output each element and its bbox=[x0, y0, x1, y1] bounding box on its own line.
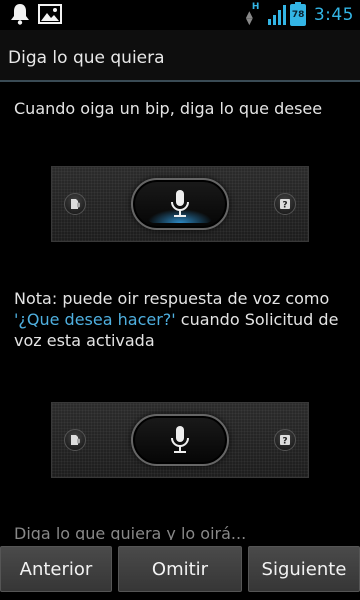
previous-button[interactable]: Anterior bbox=[0, 546, 112, 592]
battery-icon: 78 bbox=[289, 2, 306, 26]
help-button[interactable]: ? bbox=[274, 193, 296, 215]
instruction-text: Cuando oiga un bip, diga lo que desee bbox=[14, 99, 323, 118]
system-status: H ▲ ▼ 78 3:45 bbox=[246, 2, 354, 28]
voice-settings-button[interactable] bbox=[64, 429, 86, 451]
network-type-label: H bbox=[251, 2, 260, 12]
voice-settings-button[interactable] bbox=[64, 193, 86, 215]
title-bar: Diga lo que quiera bbox=[0, 30, 360, 82]
status-bar: H ▲ ▼ 78 3:45 bbox=[0, 0, 360, 30]
tutorial-content[interactable]: Cuando oiga un bip, diga lo que desee ? … bbox=[0, 84, 360, 540]
svg-text:?: ? bbox=[282, 437, 287, 447]
microphone-icon bbox=[171, 190, 189, 217]
note-prefix: Nota: puede oir respuesta de voz como bbox=[14, 289, 330, 308]
skip-button[interactable]: Omitir bbox=[118, 546, 242, 592]
mic-button-listening[interactable] bbox=[131, 178, 229, 230]
voice-input-panel-idle: ? bbox=[51, 402, 309, 478]
help-icon: ? bbox=[280, 199, 290, 211]
battery-level: 78 bbox=[291, 10, 305, 20]
svg-text:?: ? bbox=[282, 201, 287, 211]
help-button[interactable]: ? bbox=[274, 429, 296, 451]
page-title: Diga lo que quiera bbox=[8, 48, 165, 68]
network-indicator: H ▲ ▼ bbox=[245, 2, 264, 27]
image-gallery-icon[interactable] bbox=[38, 4, 62, 28]
voice-input-panel-active: ? bbox=[51, 166, 309, 242]
voice-prompt-example-link[interactable]: '¿Que desea hacer?' bbox=[14, 310, 176, 329]
status-clock: 3:45 bbox=[313, 5, 354, 25]
microphone-icon bbox=[171, 426, 189, 453]
signal-strength-icon bbox=[267, 5, 286, 25]
navigation-bar: Anterior Omitir Siguiente bbox=[0, 540, 360, 600]
notification-icons bbox=[10, 3, 62, 29]
next-button[interactable]: Siguiente bbox=[248, 546, 360, 592]
data-activity-icon: ▲ ▼ bbox=[245, 10, 253, 27]
notification-bell-icon[interactable] bbox=[10, 3, 30, 29]
mic-button[interactable] bbox=[131, 414, 229, 466]
document-mic-icon bbox=[71, 435, 80, 445]
note-text: Nota: puede oir respuesta de voz como '¿… bbox=[14, 288, 350, 351]
help-icon: ? bbox=[280, 435, 290, 447]
faded-continuation-text: Diga lo que quiera y lo oirá... bbox=[14, 524, 247, 540]
document-mic-icon bbox=[71, 199, 80, 209]
